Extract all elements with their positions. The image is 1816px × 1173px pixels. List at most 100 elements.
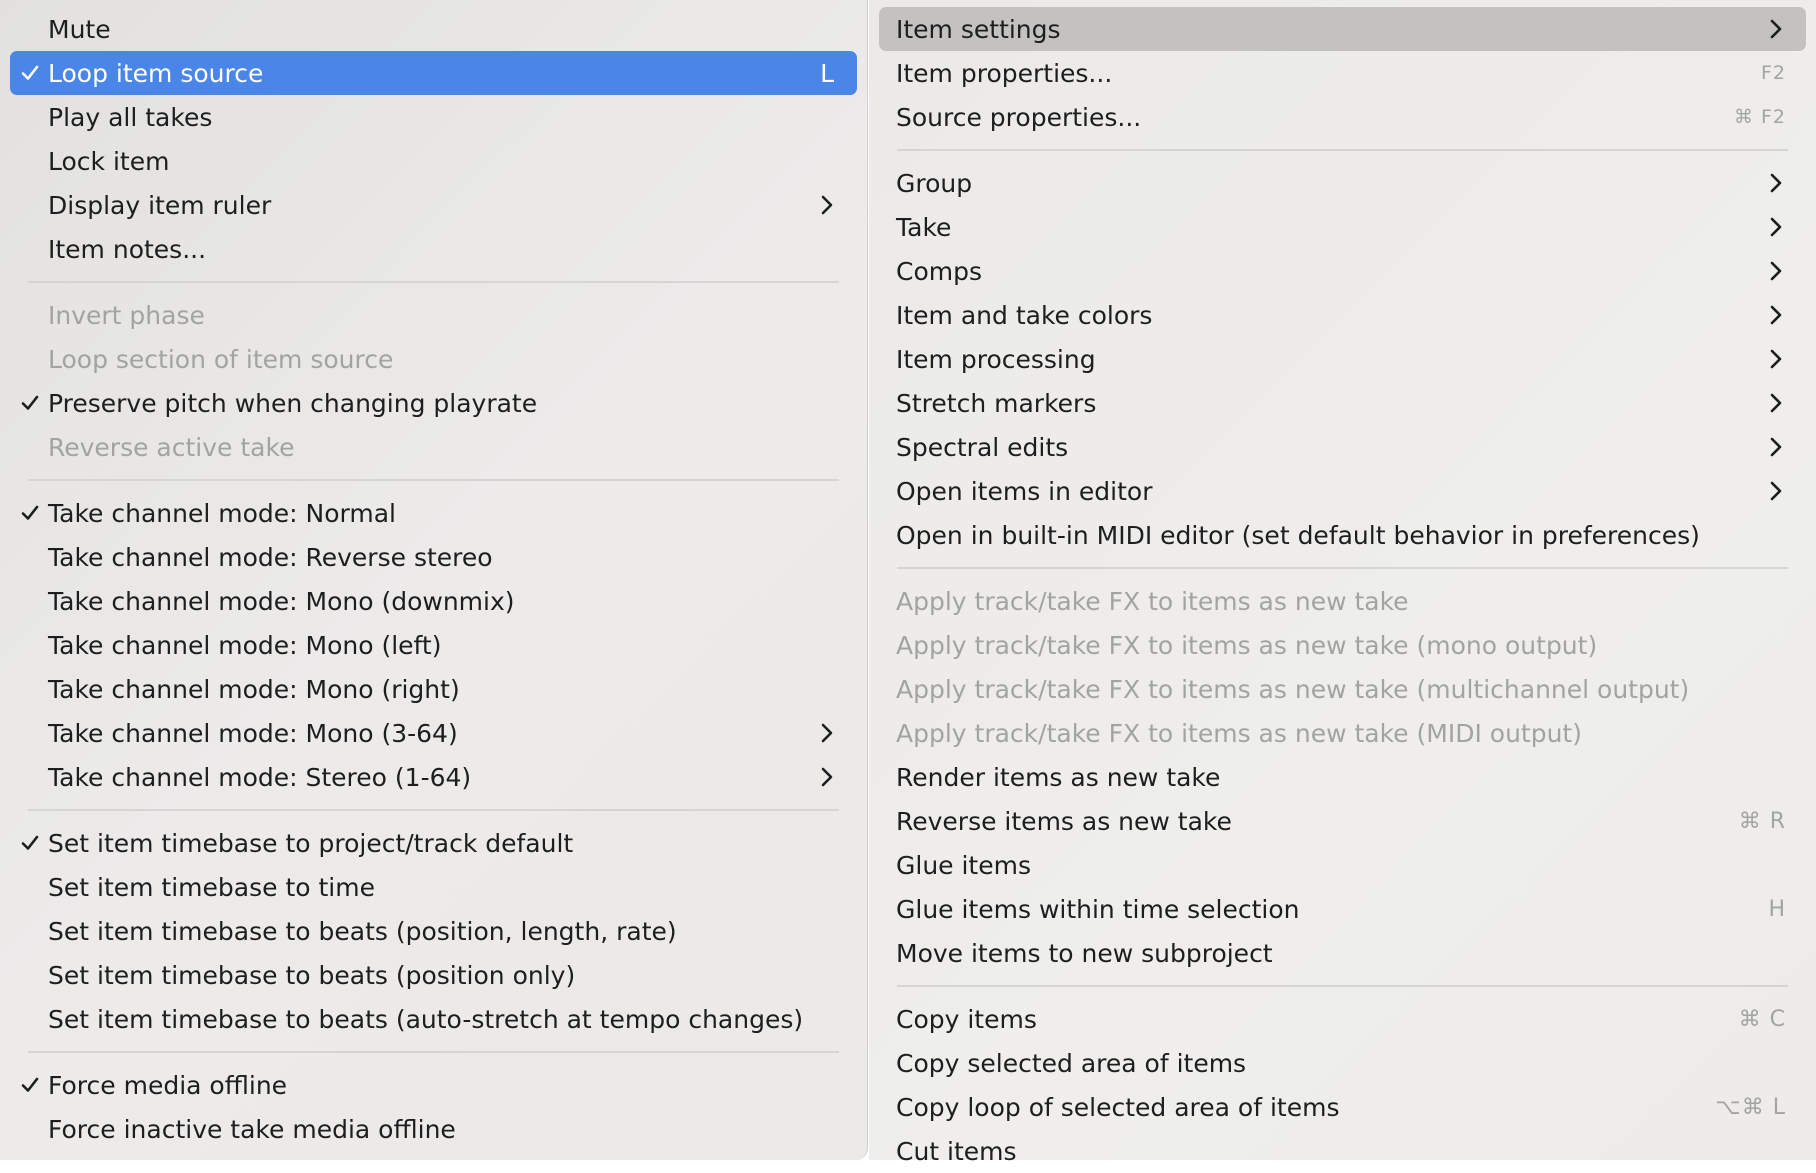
menu-item-take-channel-mode-mono-right[interactable]: Take channel mode: Mono (right) <box>10 667 857 711</box>
chevron-right-icon <box>1766 425 1786 469</box>
menu-item-glue-items-within-time-selection[interactable]: Glue items within time selection H <box>879 887 1806 931</box>
menu-item-label: Take channel mode: Mono (3-64) <box>48 718 458 748</box>
keyboard-shortcut: ⌘ C <box>1738 1006 1786 1032</box>
menu-item-label: Set item timebase to beats (position onl… <box>48 960 576 990</box>
menu-item-take-channel-mode-reverse-stereo[interactable]: Take channel mode: Reverse stereo <box>10 535 857 579</box>
menu-item-display-item-ruler[interactable]: Display item ruler <box>10 183 857 227</box>
menu-item-loop-item-source[interactable]: Loop item source L <box>10 51 857 95</box>
menu-item-label: Copy items <box>896 1004 1037 1034</box>
menu-item-set-item-timebase-to-project-track-default[interactable]: Set item timebase to project/track defau… <box>10 821 857 865</box>
menu-item-label: Item processing <box>896 344 1096 374</box>
menu-item-label: Set item timebase to beats (position, le… <box>48 916 677 946</box>
menu-item-take-channel-mode-normal[interactable]: Take channel mode: Normal <box>10 491 857 535</box>
menu-item-label: Take channel mode: Normal <box>48 498 396 528</box>
menu-item-source-properties[interactable]: Source properties... ⌘ F2 <box>879 95 1806 139</box>
chevron-right-icon <box>1766 7 1786 51</box>
keyboard-shortcut: ⌘ R <box>1738 808 1786 834</box>
menu-item-label: Item and take colors <box>896 300 1153 330</box>
menu-item-label: Cut items <box>896 1136 1017 1166</box>
menu-item-label: Force media offline <box>48 1070 288 1100</box>
menu-item-take-channel-mode-stereo-1-64[interactable]: Take channel mode: Stereo (1-64) <box>10 755 857 799</box>
menu-item-label: Copy selected area of items <box>896 1048 1247 1078</box>
keyboard-shortcut: F2 <box>1760 62 1786 84</box>
menu-item-invert-phase: Invert phase <box>10 293 857 337</box>
menu-item-label: Open in built-in MIDI editor (set defaul… <box>896 520 1700 550</box>
menu-item-open-in-built-in-midi-editor-set-default-behavior-in-preferences[interactable]: Open in built-in MIDI editor (set defaul… <box>879 513 1806 557</box>
menu-item-lock-item[interactable]: Lock item <box>10 139 857 183</box>
checkmark-icon <box>16 381 44 425</box>
menu-item-render-items-as-new-take[interactable]: Render items as new take <box>879 755 1806 799</box>
menu-item-copy-selected-area-of-items[interactable]: Copy selected area of items <box>879 1041 1806 1085</box>
menu-item-copy-loop-of-selected-area-of-items[interactable]: Copy loop of selected area of items ⌥⌘ L <box>879 1085 1806 1129</box>
keyboard-shortcut: ⌥⌘ L <box>1715 1094 1786 1120</box>
keyboard-shortcut: H <box>1768 896 1786 922</box>
menu-separator <box>28 1041 839 1063</box>
menu-item-set-item-timebase-to-beats-position-only[interactable]: Set item timebase to beats (position onl… <box>10 953 857 997</box>
menu-item-label: Group <box>896 168 973 198</box>
menu-item-take-channel-mode-mono-left[interactable]: Take channel mode: Mono (left) <box>10 623 857 667</box>
menu-item-label: Reverse active take <box>48 432 295 462</box>
menu-item-item-processing[interactable]: Item processing <box>879 337 1806 381</box>
menu-item-reverse-active-take: Reverse active take <box>10 425 857 469</box>
menu-separator <box>897 975 1788 997</box>
menu-separator <box>897 557 1788 579</box>
menu-item-open-items-in-editor[interactable]: Open items in editor <box>879 469 1806 513</box>
menu-item-label: Apply track/take FX to items as new take… <box>896 718 1582 748</box>
menu-item-cut-items[interactable]: Cut items <box>879 1129 1806 1173</box>
chevron-right-icon <box>1766 249 1786 293</box>
menu-item-spectral-edits[interactable]: Spectral edits <box>879 425 1806 469</box>
chevron-right-icon <box>1766 469 1786 513</box>
menu-item-label: Glue items <box>896 850 1031 880</box>
chevron-right-icon <box>1766 381 1786 425</box>
menu-item-label: Take channel mode: Stereo (1-64) <box>48 762 472 792</box>
menu-item-glue-items[interactable]: Glue items <box>879 843 1806 887</box>
menu-item-item-properties[interactable]: Item properties... F2 <box>879 51 1806 95</box>
menu-item-label: Take channel mode: Mono (downmix) <box>48 586 515 616</box>
keyboard-shortcut: ⌘ F2 <box>1733 106 1786 128</box>
menu-item-take-channel-mode-mono-3-64[interactable]: Take channel mode: Mono (3-64) <box>10 711 857 755</box>
menu-item-apply-track-take-fx-to-items-as-new-take-mono-output: Apply track/take FX to items as new take… <box>879 623 1806 667</box>
chevron-right-icon <box>1766 293 1786 337</box>
menu-item-label: Source properties... <box>896 102 1142 132</box>
menu-item-force-media-offline[interactable]: Force media offline <box>10 1063 857 1107</box>
menu-item-group[interactable]: Group <box>879 161 1806 205</box>
menu-item-label: Item settings <box>896 14 1061 44</box>
menu-item-item-and-take-colors[interactable]: Item and take colors <box>879 293 1806 337</box>
menu-item-label: Set item timebase to project/track defau… <box>48 828 574 858</box>
menu-item-apply-track-take-fx-to-items-as-new-take-multichannel-output: Apply track/take FX to items as new take… <box>879 667 1806 711</box>
menu-item-set-item-timebase-to-beats-position-length-rate[interactable]: Set item timebase to beats (position, le… <box>10 909 857 953</box>
menu-item-label: Comps <box>896 256 982 286</box>
menu-item-stretch-markers[interactable]: Stretch markers <box>879 381 1806 425</box>
menu-item-take[interactable]: Take <box>879 205 1806 249</box>
menu-item-label: Invert phase <box>48 300 205 330</box>
menu-item-label: Take <box>896 212 952 242</box>
menu-item-label: Apply track/take FX to items as new take… <box>896 674 1690 704</box>
keyboard-shortcut: L <box>820 58 835 88</box>
menu-item-label: Apply track/take FX to items as new take… <box>896 630 1598 660</box>
menu-item-reverse-items-as-new-take[interactable]: Reverse items as new take ⌘ R <box>879 799 1806 843</box>
menu-item-label: Copy loop of selected area of items <box>896 1092 1340 1122</box>
menu-item-label: Loop section of item source <box>48 344 394 374</box>
menu-item-play-all-takes[interactable]: Play all takes <box>10 95 857 139</box>
menu-item-mute[interactable]: Mute <box>10 7 857 51</box>
menu-item-apply-track-take-fx-to-items-as-new-take: Apply track/take FX to items as new take <box>879 579 1806 623</box>
menu-item-comps[interactable]: Comps <box>879 249 1806 293</box>
chevron-right-icon <box>1766 205 1786 249</box>
chevron-right-icon <box>817 755 837 799</box>
chevron-right-icon <box>1766 337 1786 381</box>
menu-item-preserve-pitch-when-changing-playrate[interactable]: Preserve pitch when changing playrate <box>10 381 857 425</box>
menu-item-take-channel-mode-mono-downmix[interactable]: Take channel mode: Mono (downmix) <box>10 579 857 623</box>
menu-item-copy-items[interactable]: Copy items ⌘ C <box>879 997 1806 1041</box>
menu-item-force-inactive-take-media-offline[interactable]: Force inactive take media offline <box>10 1107 857 1151</box>
chevron-right-icon <box>1766 161 1786 205</box>
menu-item-label: Take channel mode: Mono (right) <box>48 674 460 704</box>
menu-item-set-item-timebase-to-time[interactable]: Set item timebase to time <box>10 865 857 909</box>
menu-item-label: Set item timebase to time <box>48 872 375 902</box>
menu-item-label: Take channel mode: Reverse stereo <box>48 542 493 572</box>
menu-item-label: Play all takes <box>48 102 213 132</box>
menu-item-set-item-timebase-to-beats-auto-stretch-at-tempo-changes[interactable]: Set item timebase to beats (auto-stretch… <box>10 997 857 1041</box>
menu-item-item-settings[interactable]: Item settings <box>879 7 1806 51</box>
checkmark-icon <box>16 1063 44 1107</box>
menu-item-item-notes[interactable]: Item notes... <box>10 227 857 271</box>
menu-item-move-items-to-new-subproject[interactable]: Move items to new subproject <box>879 931 1806 975</box>
